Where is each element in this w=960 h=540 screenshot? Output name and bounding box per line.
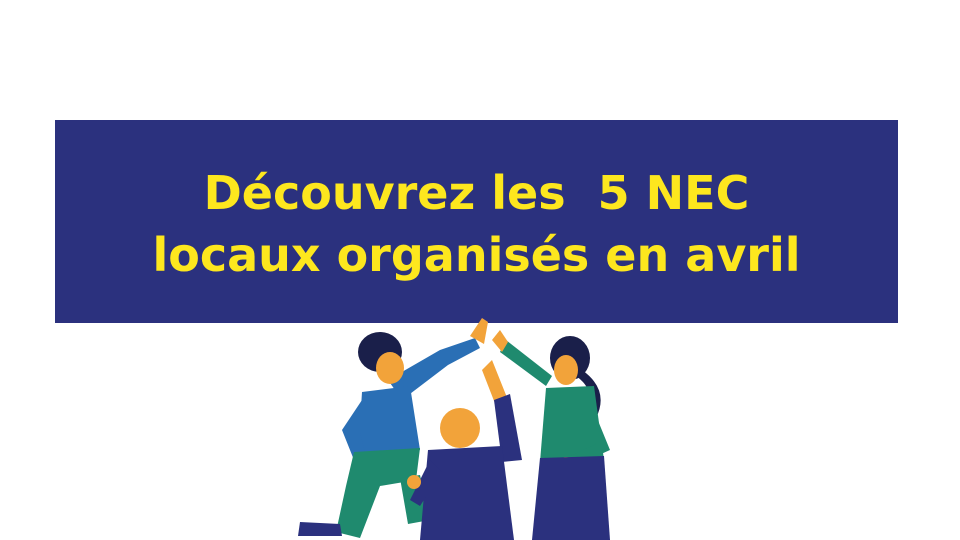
- title-banner: Découvrez les 5 NEC locaux organisés en …: [55, 120, 898, 323]
- person-center: [407, 360, 522, 540]
- people-high-five-illustration: [298, 318, 610, 540]
- banner-title-line-1: Découvrez les 5 NEC: [203, 165, 750, 220]
- page: Découvrez les 5 NEC locaux organisés en …: [0, 0, 960, 540]
- banner-title-line-2: locaux organisés en avril: [152, 227, 801, 282]
